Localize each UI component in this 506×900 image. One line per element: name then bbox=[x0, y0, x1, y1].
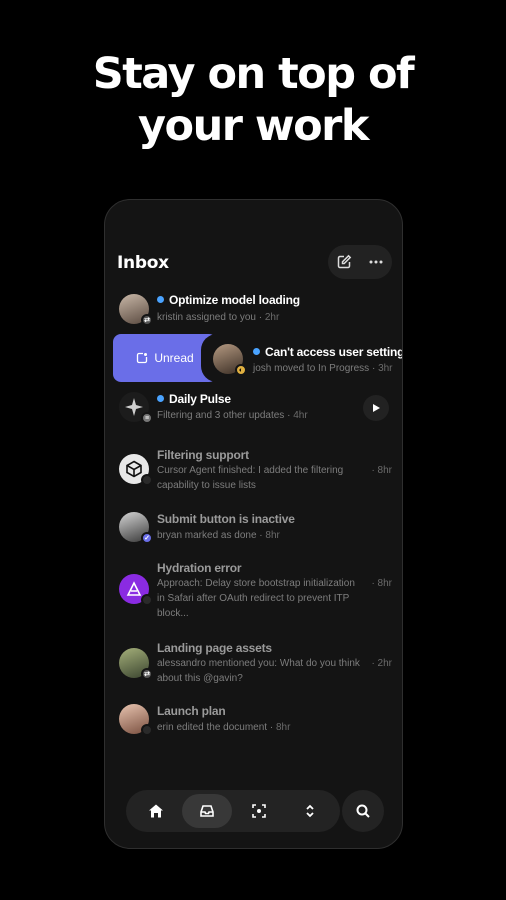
inbox-item[interactable]: ◐ Can't access user settings josh moved … bbox=[201, 334, 403, 382]
list-badge-icon: ≡ bbox=[141, 412, 153, 424]
item-subtitle: josh moved to In Progress bbox=[253, 363, 370, 374]
mention-badge-icon: ⇄ bbox=[141, 668, 153, 680]
item-subtitle: erin edited the document bbox=[157, 722, 268, 733]
item-time: 3hr bbox=[378, 363, 393, 374]
headline-line-1: Stay on top of bbox=[92, 49, 415, 99]
tab-home[interactable] bbox=[131, 794, 181, 828]
inbox-item[interactable]: ⇄ Landing page assets alessandro mention… bbox=[105, 640, 402, 688]
item-title: Landing page assets bbox=[157, 641, 272, 655]
item-title: Optimize model loading bbox=[169, 293, 300, 307]
compose-icon bbox=[337, 254, 352, 269]
play-button[interactable] bbox=[363, 395, 389, 421]
item-subtitle: alessandro mentioned you: What do you th… bbox=[157, 658, 360, 669]
item-title: Filtering support bbox=[157, 448, 249, 462]
inbox-icon bbox=[200, 805, 215, 817]
item-time: 2hr bbox=[264, 312, 280, 323]
headline-line-2: your work bbox=[138, 101, 369, 151]
phone-frame: Inbox ⇄ Optimize model loading kristin a… bbox=[104, 199, 403, 849]
unread-dot bbox=[157, 296, 164, 303]
item-subtitle-line-3: block... bbox=[157, 608, 189, 619]
item-subtitle: bryan marked as done bbox=[157, 530, 257, 541]
page-title: Inbox bbox=[117, 253, 169, 273]
more-icon bbox=[369, 260, 383, 264]
in-progress-icon: ◐ bbox=[235, 364, 247, 376]
inbox-item[interactable]: Hydration error Approach: Delay store bo… bbox=[105, 560, 402, 622]
item-time: 8hr bbox=[377, 465, 392, 476]
scan-icon bbox=[251, 804, 266, 818]
unread-dot bbox=[157, 395, 164, 402]
item-time: 8hr bbox=[265, 530, 280, 541]
inbox-item[interactable]: ✓ Submit button is inactive bryan marked… bbox=[105, 510, 402, 550]
tab-scan[interactable] bbox=[234, 794, 284, 828]
status-badge bbox=[141, 724, 153, 736]
chevron-up-down-icon bbox=[306, 804, 314, 818]
headline: Stay on top of your work bbox=[0, 48, 506, 152]
item-subtitle: kristin assigned to you bbox=[157, 312, 256, 323]
item-subtitle: Filtering and 3 other updates bbox=[157, 410, 285, 421]
more-button[interactable] bbox=[363, 249, 389, 275]
item-title: Hydration error bbox=[157, 561, 242, 575]
inbox-item[interactable]: Filtering support Cursor Agent finished:… bbox=[105, 446, 402, 494]
item-title: Can't access user settings bbox=[265, 345, 403, 359]
play-icon bbox=[373, 404, 380, 412]
inbox-item[interactable]: Launch plan erin edited the document · 8… bbox=[105, 704, 402, 744]
swipe-row[interactable]: Unread ◐ Can't access user settings josh… bbox=[105, 334, 403, 382]
item-title: Submit button is inactive bbox=[157, 512, 295, 526]
tab-bar bbox=[126, 790, 340, 832]
item-title: Daily Pulse bbox=[169, 392, 231, 406]
item-subtitle: Cursor Agent finished: I added the filte… bbox=[157, 465, 344, 476]
assign-badge-icon: ⇄ bbox=[141, 314, 153, 326]
status-badge bbox=[141, 594, 153, 606]
item-subtitle-line-2: capability to issue lists bbox=[157, 480, 256, 491]
item-subtitle-line-2: in Safari after OAuth redirect to preven… bbox=[157, 593, 350, 604]
item-time: 8hr bbox=[275, 722, 291, 733]
search-icon bbox=[356, 804, 370, 818]
header-actions bbox=[328, 245, 392, 279]
item-subtitle: Approach: Delay store bootstrap initiali… bbox=[157, 578, 355, 589]
tab-switch[interactable] bbox=[285, 794, 335, 828]
item-subtitle-line-2: about this @gavin? bbox=[157, 673, 243, 684]
item-time: 2hr bbox=[377, 658, 392, 669]
mark-unread-label: Unread bbox=[154, 351, 194, 365]
unread-icon bbox=[137, 352, 148, 364]
done-check-icon: ✓ bbox=[141, 532, 153, 544]
item-time: 4hr bbox=[293, 410, 308, 421]
unread-dot bbox=[253, 348, 260, 355]
compose-button[interactable] bbox=[331, 249, 357, 275]
item-time: 8hr bbox=[377, 578, 392, 589]
tab-inbox[interactable] bbox=[182, 794, 233, 828]
inbox-item[interactable]: ≡ Daily Pulse Filtering and 3 other upda… bbox=[105, 390, 402, 430]
inbox-item[interactable]: ⇄ Optimize model loading kristin assigne… bbox=[105, 292, 402, 332]
status-badge bbox=[141, 474, 153, 486]
item-title: Launch plan bbox=[157, 704, 226, 718]
home-icon bbox=[148, 804, 163, 818]
search-button[interactable] bbox=[342, 790, 384, 832]
